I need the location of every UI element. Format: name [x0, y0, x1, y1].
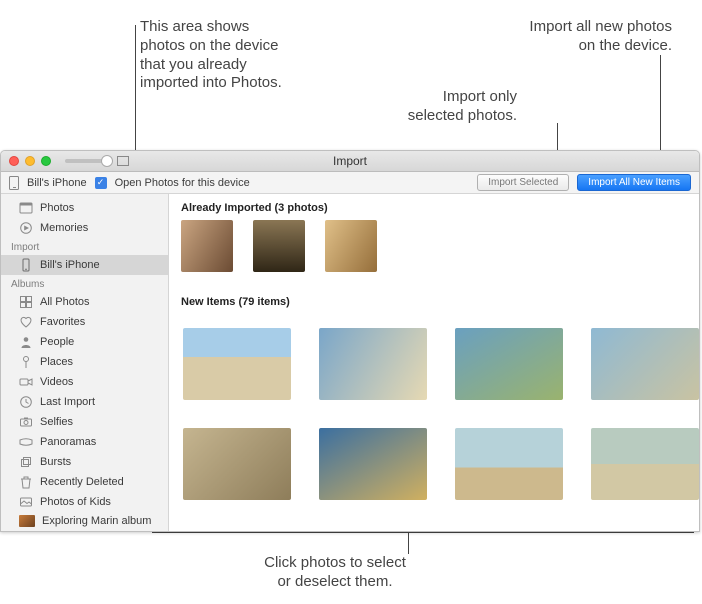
album-icon [19, 495, 33, 509]
sidebar: Photos Memories Import Bill's iPhone Alb… [1, 194, 169, 531]
maximize-icon[interactable] [41, 156, 51, 166]
callout-line [408, 532, 409, 554]
burst-icon [19, 455, 33, 469]
import-selected-button[interactable]: Import Selected [477, 174, 569, 191]
photo-thumbnail[interactable] [455, 328, 563, 400]
sidebar-item-label: Selfies [40, 416, 73, 428]
callout-click-to-select: Click photos to select or deselect them. [210, 554, 460, 592]
close-icon[interactable] [9, 156, 19, 166]
open-photos-label: Open Photos for this device [115, 177, 250, 189]
callout-already-imported: This area shows photos on the device tha… [140, 18, 282, 93]
sidebar-item-photos[interactable]: Photos [1, 198, 168, 218]
sidebar-item-label: Last Import [40, 396, 95, 408]
callout-line [152, 532, 694, 533]
sidebar-item-label: Panoramas [40, 436, 96, 448]
sidebar-item-label: Videos [40, 376, 73, 388]
allphotos-icon [19, 295, 33, 309]
photo-thumbnail[interactable] [591, 428, 699, 500]
sidebar-section-albums: Albums [1, 275, 168, 292]
sidebar-item-label: Memories [40, 222, 88, 234]
sidebar-item-label: Photos of Kids [40, 496, 111, 508]
sidebar-item-favorites[interactable]: Favorites [1, 312, 168, 332]
photo-thumbnail[interactable] [325, 220, 377, 272]
sidebar-item-recently-deleted[interactable]: Recently Deleted [1, 472, 168, 492]
thumbnail-size-icon[interactable] [117, 156, 129, 166]
new-items-grid [169, 314, 699, 500]
already-imported-header: Already Imported (3 photos) [169, 194, 699, 220]
photo-thumbnail[interactable] [591, 328, 699, 400]
sidebar-item-memories[interactable]: Memories [1, 218, 168, 238]
device-name: Bill's iPhone [27, 177, 87, 189]
import-all-button[interactable]: Import All New Items [577, 174, 691, 191]
heart-icon [19, 315, 33, 329]
callout-import-all: Import all new photos on the device. [529, 18, 672, 56]
album-thumbnail-icon [19, 515, 35, 527]
sidebar-item-label: Bill's iPhone [40, 259, 100, 271]
trash-icon [19, 475, 33, 489]
pin-icon [19, 355, 33, 369]
photo-thumbnail[interactable] [455, 428, 563, 500]
sidebar-item-panoramas[interactable]: Panoramas [1, 432, 168, 452]
photo-thumbnail[interactable] [253, 220, 305, 272]
traffic-lights[interactable] [9, 156, 51, 166]
import-options-bar: Bill's iPhone ✓ Open Photos for this dev… [1, 172, 699, 194]
callout-import-selected: Import only selected photos. [408, 88, 517, 126]
pano-icon [19, 435, 33, 449]
sidebar-item-label: People [40, 336, 74, 348]
device-icon [9, 176, 19, 190]
photo-thumbnail[interactable] [181, 220, 233, 272]
open-photos-checkbox[interactable]: ✓ [95, 177, 107, 189]
new-items-header: New Items (79 items) [169, 288, 699, 314]
clock-icon [19, 395, 33, 409]
main-content: Already Imported (3 photos) New Items (7… [169, 194, 699, 531]
sidebar-item-last-import[interactable]: Last Import [1, 392, 168, 412]
sidebar-item-places[interactable]: Places [1, 352, 168, 372]
photos-app-window: Import Bill's iPhone ✓ Open Photos for t… [0, 150, 700, 532]
photo-thumbnail[interactable] [319, 328, 427, 400]
titlebar: Import [1, 151, 699, 172]
photos-icon [19, 201, 33, 215]
photo-thumbnail[interactable] [319, 428, 427, 500]
already-imported-thumbs [169, 220, 699, 272]
sidebar-item-label: Favorites [40, 316, 85, 328]
minimize-icon[interactable] [25, 156, 35, 166]
sidebar-item-label: Bursts [40, 456, 71, 468]
sidebar-item-videos[interactable]: Videos [1, 372, 168, 392]
camera-icon [19, 415, 33, 429]
sidebar-item-all-photos[interactable]: All Photos [1, 292, 168, 312]
memories-icon [19, 221, 33, 235]
sidebar-item-exploring-marin[interactable]: Exploring Marin album [1, 512, 168, 530]
photo-thumbnail[interactable] [183, 328, 291, 400]
sidebar-item-label: All Photos [40, 296, 90, 308]
sidebar-section-import: Import [1, 238, 168, 255]
person-icon [19, 335, 33, 349]
sidebar-item-people[interactable]: People [1, 332, 168, 352]
device-icon [19, 258, 33, 272]
sidebar-item-device[interactable]: Bill's iPhone [1, 255, 168, 275]
sidebar-item-label: Photos [40, 202, 74, 214]
sidebar-item-label: Places [40, 356, 73, 368]
zoom-slider[interactable] [65, 159, 113, 163]
sidebar-item-photos-of-kids[interactable]: Photos of Kids [1, 492, 168, 512]
sidebar-item-label: Recently Deleted [40, 476, 124, 488]
video-icon [19, 375, 33, 389]
photo-thumbnail[interactable] [183, 428, 291, 500]
sidebar-item-selfies[interactable]: Selfies [1, 412, 168, 432]
sidebar-item-label: Exploring Marin album [42, 515, 151, 527]
sidebar-item-bursts[interactable]: Bursts [1, 452, 168, 472]
sidebar-item-alaska[interactable]: Alaska album [1, 530, 168, 531]
